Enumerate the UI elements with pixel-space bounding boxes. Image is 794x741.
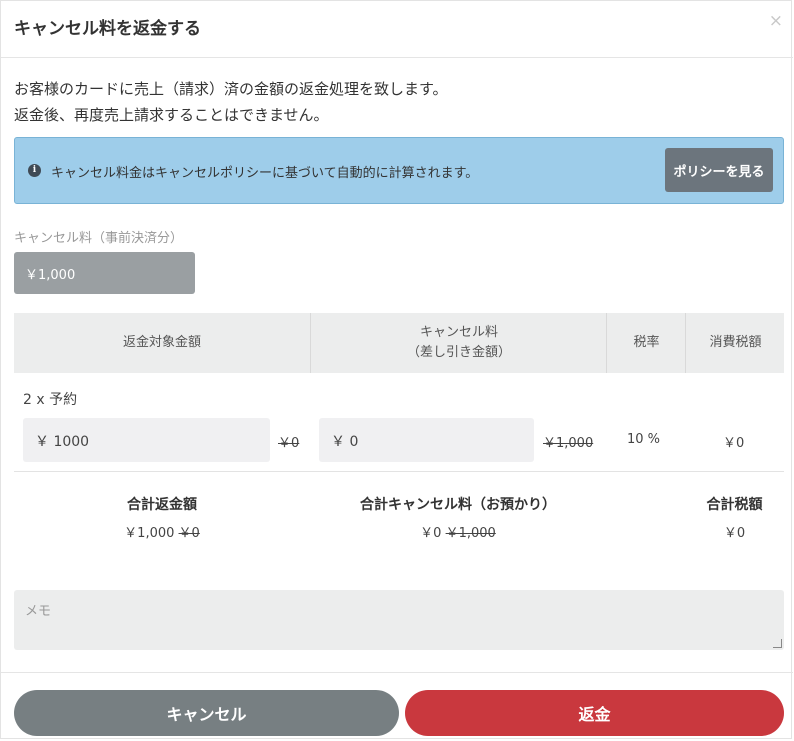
total-fee-original: ￥1,000 xyxy=(445,526,496,541)
prepaid-fee-field: ￥1,000 xyxy=(14,252,195,294)
table-header: 返金対象金額 キャンセル料 （差し引き金額） 税率 消費税額 xyxy=(14,313,784,373)
info-alert: i キャンセル料金はキャンセルポリシーに基づいて自動的に計算されます。 ポリシー… xyxy=(14,137,784,204)
refund-original-amount: ￥0 xyxy=(278,436,300,451)
header-cancel-fee-line-1: キャンセル料 xyxy=(419,325,498,340)
refund-button[interactable]: 返金 xyxy=(405,690,784,736)
header-cancel-fee-line-2: （差し引き金額） xyxy=(406,345,511,360)
cancel-button[interactable]: キャンセル xyxy=(14,690,399,736)
header-tax: 消費税額 xyxy=(685,313,785,373)
header-refund-target: 返金対象金額 xyxy=(122,335,201,350)
description-line-1: お客様のカードに売上（請求）済の金額の返金処理を致します。 xyxy=(14,80,448,98)
dialog-title: キャンセル料を返金する xyxy=(14,19,201,39)
description-line-2: 返金後、再度売上請求することはできません。 xyxy=(14,106,329,124)
header-tax-rate: 税率 xyxy=(606,313,686,373)
row-label: 2 x 予約 xyxy=(23,392,78,408)
total-fee-label: 合計キャンセル料（お預かり） xyxy=(360,497,556,513)
description: お客様のカードに売上（請求）済の金額の返金処理を致します。 返金後、再度売上請求… xyxy=(14,76,448,128)
info-text: キャンセル料金はキャンセルポリシーに基づいて自動的に計算されます。 xyxy=(51,166,479,181)
total-refund: ￥1,000 ￥0 xyxy=(14,522,310,541)
memo-placeholder: メモ xyxy=(25,604,52,619)
resize-handle-icon[interactable] xyxy=(773,639,782,648)
cancel-fee-original-amount: ￥1,000 xyxy=(543,436,594,451)
total-fee: ￥0 ￥1,000 xyxy=(310,522,606,541)
dialog-header: キャンセル料を返金する × xyxy=(1,1,793,58)
memo-textarea[interactable]: メモ xyxy=(14,590,784,650)
refund-amount-input[interactable]: ￥ 1000 xyxy=(23,418,270,462)
total-refund-value: ￥1,000 xyxy=(124,526,175,541)
tax-rate-value: 10 % xyxy=(627,432,661,447)
info-icon: i xyxy=(28,164,41,177)
refund-dialog: キャンセル料を返金する × お客様のカードに売上（請求）済の金額の返金処理を致し… xyxy=(0,0,793,739)
cancel-fee-input[interactable]: ￥ 0 xyxy=(319,418,534,462)
header-cancel-fee: キャンセル料 （差し引き金額） xyxy=(310,313,607,373)
footer-divider xyxy=(1,672,793,673)
total-tax-label: 合計税額 xyxy=(706,497,763,513)
total-refund-label: 合計返金額 xyxy=(127,497,197,513)
prepaid-fee-label: キャンセル料（事前決済分） xyxy=(14,231,184,246)
view-policy-button[interactable]: ポリシーを見る xyxy=(665,148,773,192)
total-tax-value: ￥0 xyxy=(723,526,746,541)
total-refund-original: ￥0 xyxy=(178,526,200,541)
total-fee-value: ￥0 xyxy=(420,526,442,541)
row-divider xyxy=(14,471,784,472)
close-icon[interactable]: × xyxy=(769,11,783,31)
tax-value: ￥0 xyxy=(723,436,745,451)
